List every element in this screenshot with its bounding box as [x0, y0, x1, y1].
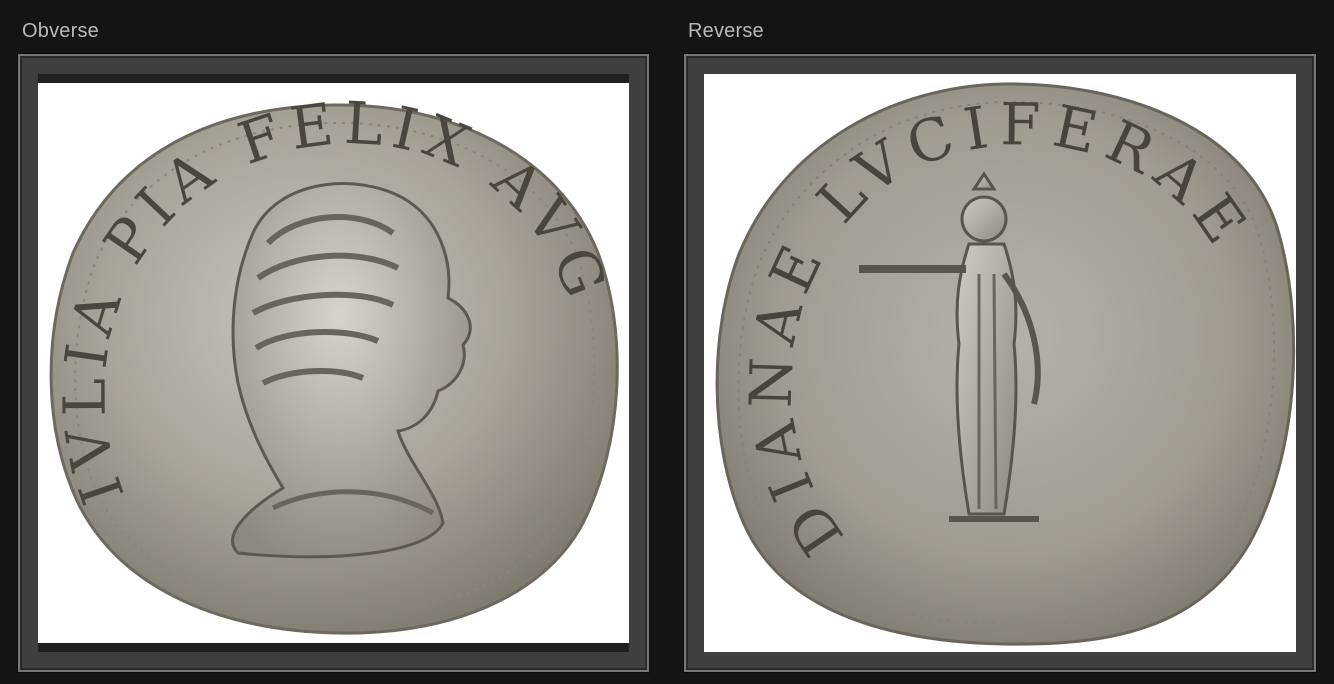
obverse-coin-image[interactable]: IVLIA PIA FELIX AVG	[38, 74, 629, 652]
obverse-label: Obverse	[22, 20, 99, 42]
reverse-coin-svg: DIANAE LVCIFERAE	[715, 82, 1296, 646]
reverse-coin-image[interactable]: DIANAE LVCIFERAE	[704, 74, 1296, 652]
reverse-label: Reverse	[688, 20, 764, 42]
reverse-frame: DIANAE LVCIFERAE	[684, 54, 1316, 672]
obverse-frame: IVLIA PIA FELIX AVG	[18, 54, 649, 672]
obverse-coin-svg: IVLIA PIA FELIX AVG	[49, 89, 619, 635]
obverse-bust	[231, 182, 472, 559]
